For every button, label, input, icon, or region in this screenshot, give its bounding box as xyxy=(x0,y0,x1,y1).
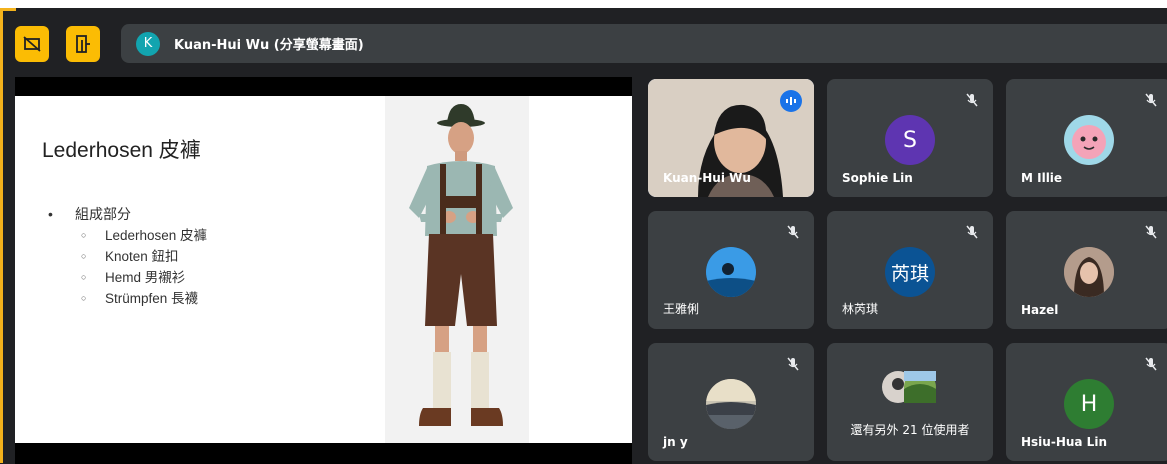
mic-off-icon xyxy=(966,93,978,107)
bullet-sub-item: Lederhosen 皮褲 xyxy=(48,225,207,246)
participant-name: 王雅俐 xyxy=(663,302,700,316)
presentation-border xyxy=(0,8,3,463)
participant-tile[interactable]: H Hsiu-Hua Lin xyxy=(1006,343,1167,461)
participant-tile[interactable]: 芮琪 林芮琪 xyxy=(827,211,993,329)
mic-off-icon xyxy=(1145,357,1157,371)
bullet-sub-item: Strümpfen 長襪 xyxy=(48,288,207,309)
stop-presenting-button[interactable] xyxy=(15,26,49,62)
door-exit-icon xyxy=(76,35,90,53)
bullet-main: 組成部分 xyxy=(48,204,207,225)
participant-name: 林芮琪 xyxy=(842,302,879,316)
mic-off-icon xyxy=(787,357,799,371)
mic-off-icon xyxy=(787,225,799,239)
participant-name: Hsiu-Hua Lin xyxy=(1021,435,1107,449)
participant-name: Sophie Lin xyxy=(842,171,913,185)
participant-tile[interactable]: M Illie xyxy=(1006,79,1167,197)
presentation-label: Kuan-Hui Wu (分享螢幕畫面) xyxy=(174,38,364,53)
participant-tile[interactable]: Hazel xyxy=(1006,211,1167,329)
bullet-sub-item: Knoten 鈕扣 xyxy=(48,246,207,267)
present-off-icon xyxy=(23,36,41,52)
top-strip xyxy=(0,0,1167,8)
mic-off-icon xyxy=(1145,225,1157,239)
presenter-avatar: K xyxy=(136,31,160,56)
participant-name: jn y xyxy=(663,435,688,449)
lederhosen-photo xyxy=(385,96,529,443)
participant-name: Hazel xyxy=(1021,303,1059,317)
slide-bullets: 組成部分 Lederhosen 皮褲 Knoten 鈕扣 Hemd 男襯衫 St… xyxy=(48,204,207,309)
others-tile[interactable]: 還有另外 21 位使用者 xyxy=(827,343,993,461)
participant-name: M Illie xyxy=(1021,171,1063,185)
slide: Lederhosen 皮褲 組成部分 Lederhosen 皮褲 Knoten … xyxy=(15,96,632,443)
participant-avatar: S xyxy=(885,115,935,165)
participant-avatar: H xyxy=(1064,379,1114,429)
others-count-label: 還有另外 21 位使用者 xyxy=(850,423,970,437)
mic-off-icon xyxy=(1145,93,1157,107)
participant-tile[interactable]: Kuan-Hui Wu xyxy=(648,79,814,197)
presentation-border-top xyxy=(0,8,16,11)
participant-avatar-image xyxy=(1064,115,1114,165)
participant-avatar-image xyxy=(706,379,756,429)
presentation-bar: K Kuan-Hui Wu (分享螢幕畫面) xyxy=(121,24,1167,63)
participant-avatar-image xyxy=(706,247,756,297)
participant-tile[interactable]: jn y xyxy=(648,343,814,461)
mic-off-icon xyxy=(966,225,978,239)
leave-button[interactable] xyxy=(66,26,100,62)
bullet-sub-item: Hemd 男襯衫 xyxy=(48,267,207,288)
slide-title: Lederhosen 皮褲 xyxy=(42,139,201,162)
participant-avatar-image xyxy=(1064,247,1114,297)
participant-name: Kuan-Hui Wu xyxy=(663,171,751,185)
participant-tile[interactable]: 王雅俐 xyxy=(648,211,814,329)
participant-avatar: 芮琪 xyxy=(885,247,935,297)
participant-tile[interactable]: S Sophie Lin xyxy=(827,79,993,197)
speaking-indicator-icon xyxy=(780,90,802,112)
other-participants-avatars xyxy=(882,371,936,403)
